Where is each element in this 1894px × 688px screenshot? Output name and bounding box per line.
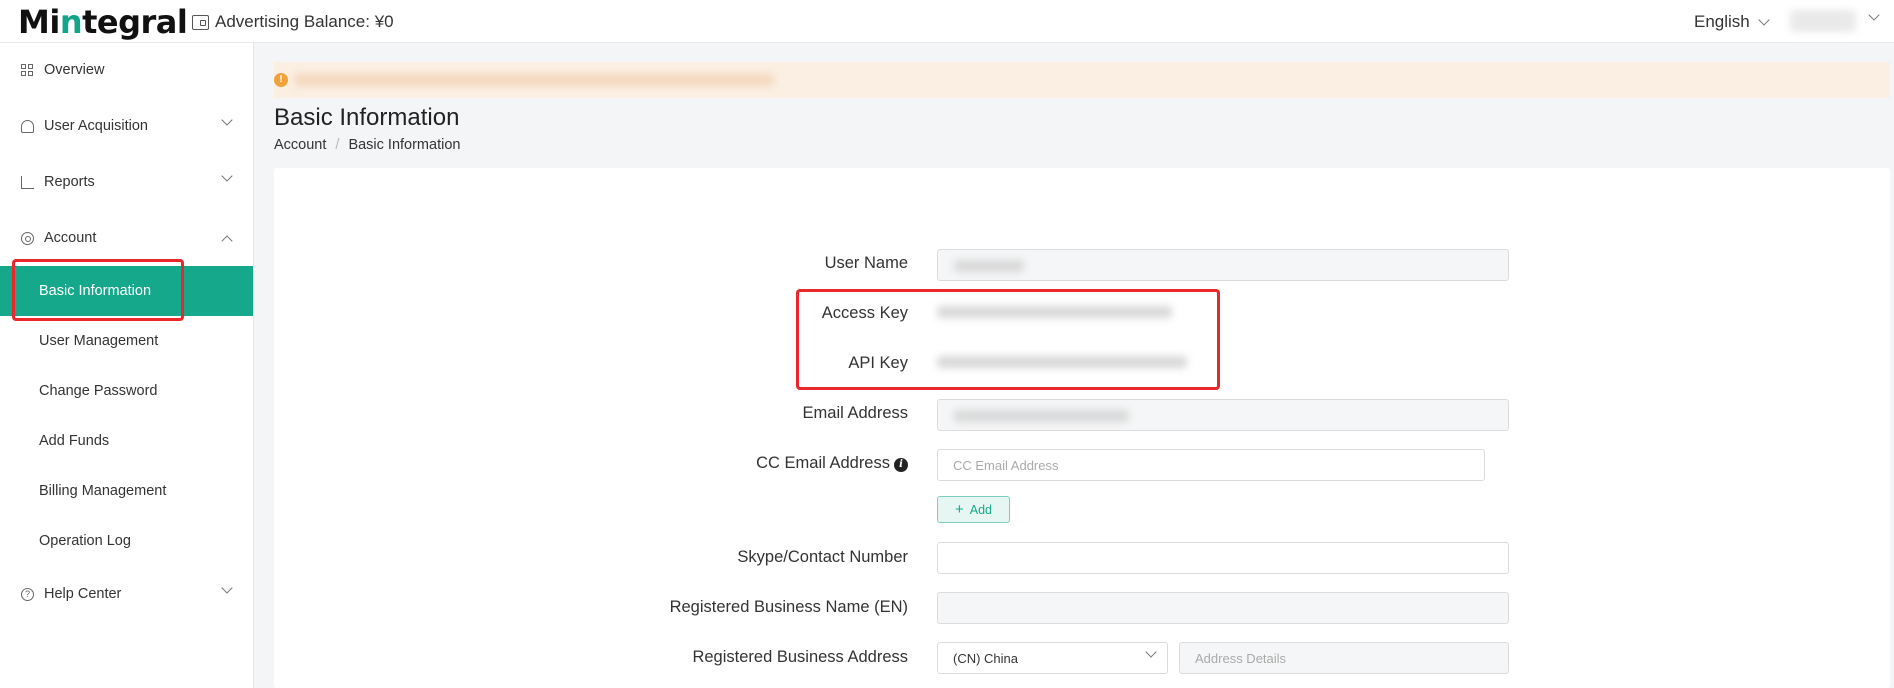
- access-key-label: Access Key: [821, 304, 908, 322]
- chart-icon: [21, 175, 34, 189]
- chevron-down-icon: [221, 582, 233, 594]
- business-name-field: [937, 592, 1509, 624]
- skype-input[interactable]: [937, 542, 1509, 574]
- sidebar-item-account[interactable]: Account: [0, 223, 253, 253]
- page-title: Basic Information: [274, 104, 460, 131]
- info-icon[interactable]: i: [894, 458, 908, 472]
- email-field: [937, 399, 1509, 431]
- user-name-label: User Name: [824, 254, 908, 272]
- cc-email-label: CC Email Address i: [756, 454, 908, 473]
- skype-label: Skype/Contact Number: [737, 548, 908, 566]
- api-key-value: [937, 356, 1187, 368]
- add-cc-email-button[interactable]: + Add: [937, 496, 1010, 523]
- gear-icon: [21, 231, 34, 245]
- dashboard-icon: [21, 63, 34, 77]
- sidebar-item-add-funds[interactable]: Add Funds: [0, 416, 253, 466]
- notice-banner: !: [274, 62, 1890, 98]
- sidebar-item-basic-information[interactable]: Basic Information: [0, 266, 253, 316]
- email-address-label: Email Address: [802, 404, 908, 422]
- plus-icon: +: [954, 501, 964, 518]
- api-key-label: API Key: [848, 354, 908, 372]
- chevron-down-icon: [221, 114, 233, 126]
- balance-text: Advertising Balance: ¥0: [215, 12, 394, 31]
- cc-email-input[interactable]: CC Email Address: [937, 449, 1485, 481]
- breadcrumb-account[interactable]: Account: [274, 137, 326, 153]
- form-labels: User Name Access Key API Key Email Addre…: [274, 168, 908, 688]
- chevron-down-icon: [1758, 13, 1770, 26]
- sidebar-item-change-password[interactable]: Change Password: [0, 366, 253, 416]
- country-select[interactable]: (CN) China: [937, 642, 1168, 674]
- top-bar: Mintegral Advertising Balance: ¥0 Englis…: [0, 0, 1894, 43]
- warning-icon: !: [274, 73, 288, 87]
- business-address-label: Registered Business Address: [692, 648, 908, 666]
- language-selector[interactable]: English: [1694, 12, 1770, 32]
- sidebar-item-billing-management[interactable]: Billing Management: [0, 466, 253, 516]
- users-icon: [21, 119, 34, 133]
- sidebar-item-user-acquisition[interactable]: User Acquisition: [0, 111, 253, 141]
- user-name-field: [937, 249, 1509, 281]
- sidebar-item-help-center[interactable]: ? Help Center: [0, 579, 253, 609]
- business-name-label: Registered Business Name (EN): [669, 598, 908, 616]
- sidebar-item-overview[interactable]: Overview: [0, 55, 253, 85]
- advertising-balance: Advertising Balance: ¥0: [192, 12, 394, 32]
- breadcrumb-current: Basic Information: [348, 137, 461, 153]
- sidebar-item-reports[interactable]: Reports: [0, 167, 253, 197]
- address-details-input[interactable]: Address Details: [1179, 642, 1509, 674]
- notice-text-blurred: [294, 74, 774, 86]
- chevron-down-icon: [1145, 646, 1157, 658]
- sidebar: Overview User Acquisition Reports Accoun…: [0, 43, 254, 688]
- chevron-down-icon: [221, 170, 233, 182]
- chevron-up-icon: [221, 235, 233, 247]
- wallet-icon: [192, 14, 209, 30]
- breadcrumb-separator: /: [335, 137, 340, 153]
- user-menu[interactable]: [1790, 10, 1856, 32]
- language-label: English: [1694, 12, 1750, 31]
- mintegral-logo[interactable]: Mintegral: [18, 3, 188, 41]
- breadcrumb: Account / Basic Information: [274, 137, 460, 153]
- sidebar-item-operation-log[interactable]: Operation Log: [0, 516, 253, 566]
- help-icon: ?: [21, 587, 34, 601]
- sidebar-item-user-management[interactable]: User Management: [0, 316, 253, 366]
- access-key-value: [937, 306, 1172, 318]
- chevron-down-icon[interactable]: [1868, 9, 1880, 21]
